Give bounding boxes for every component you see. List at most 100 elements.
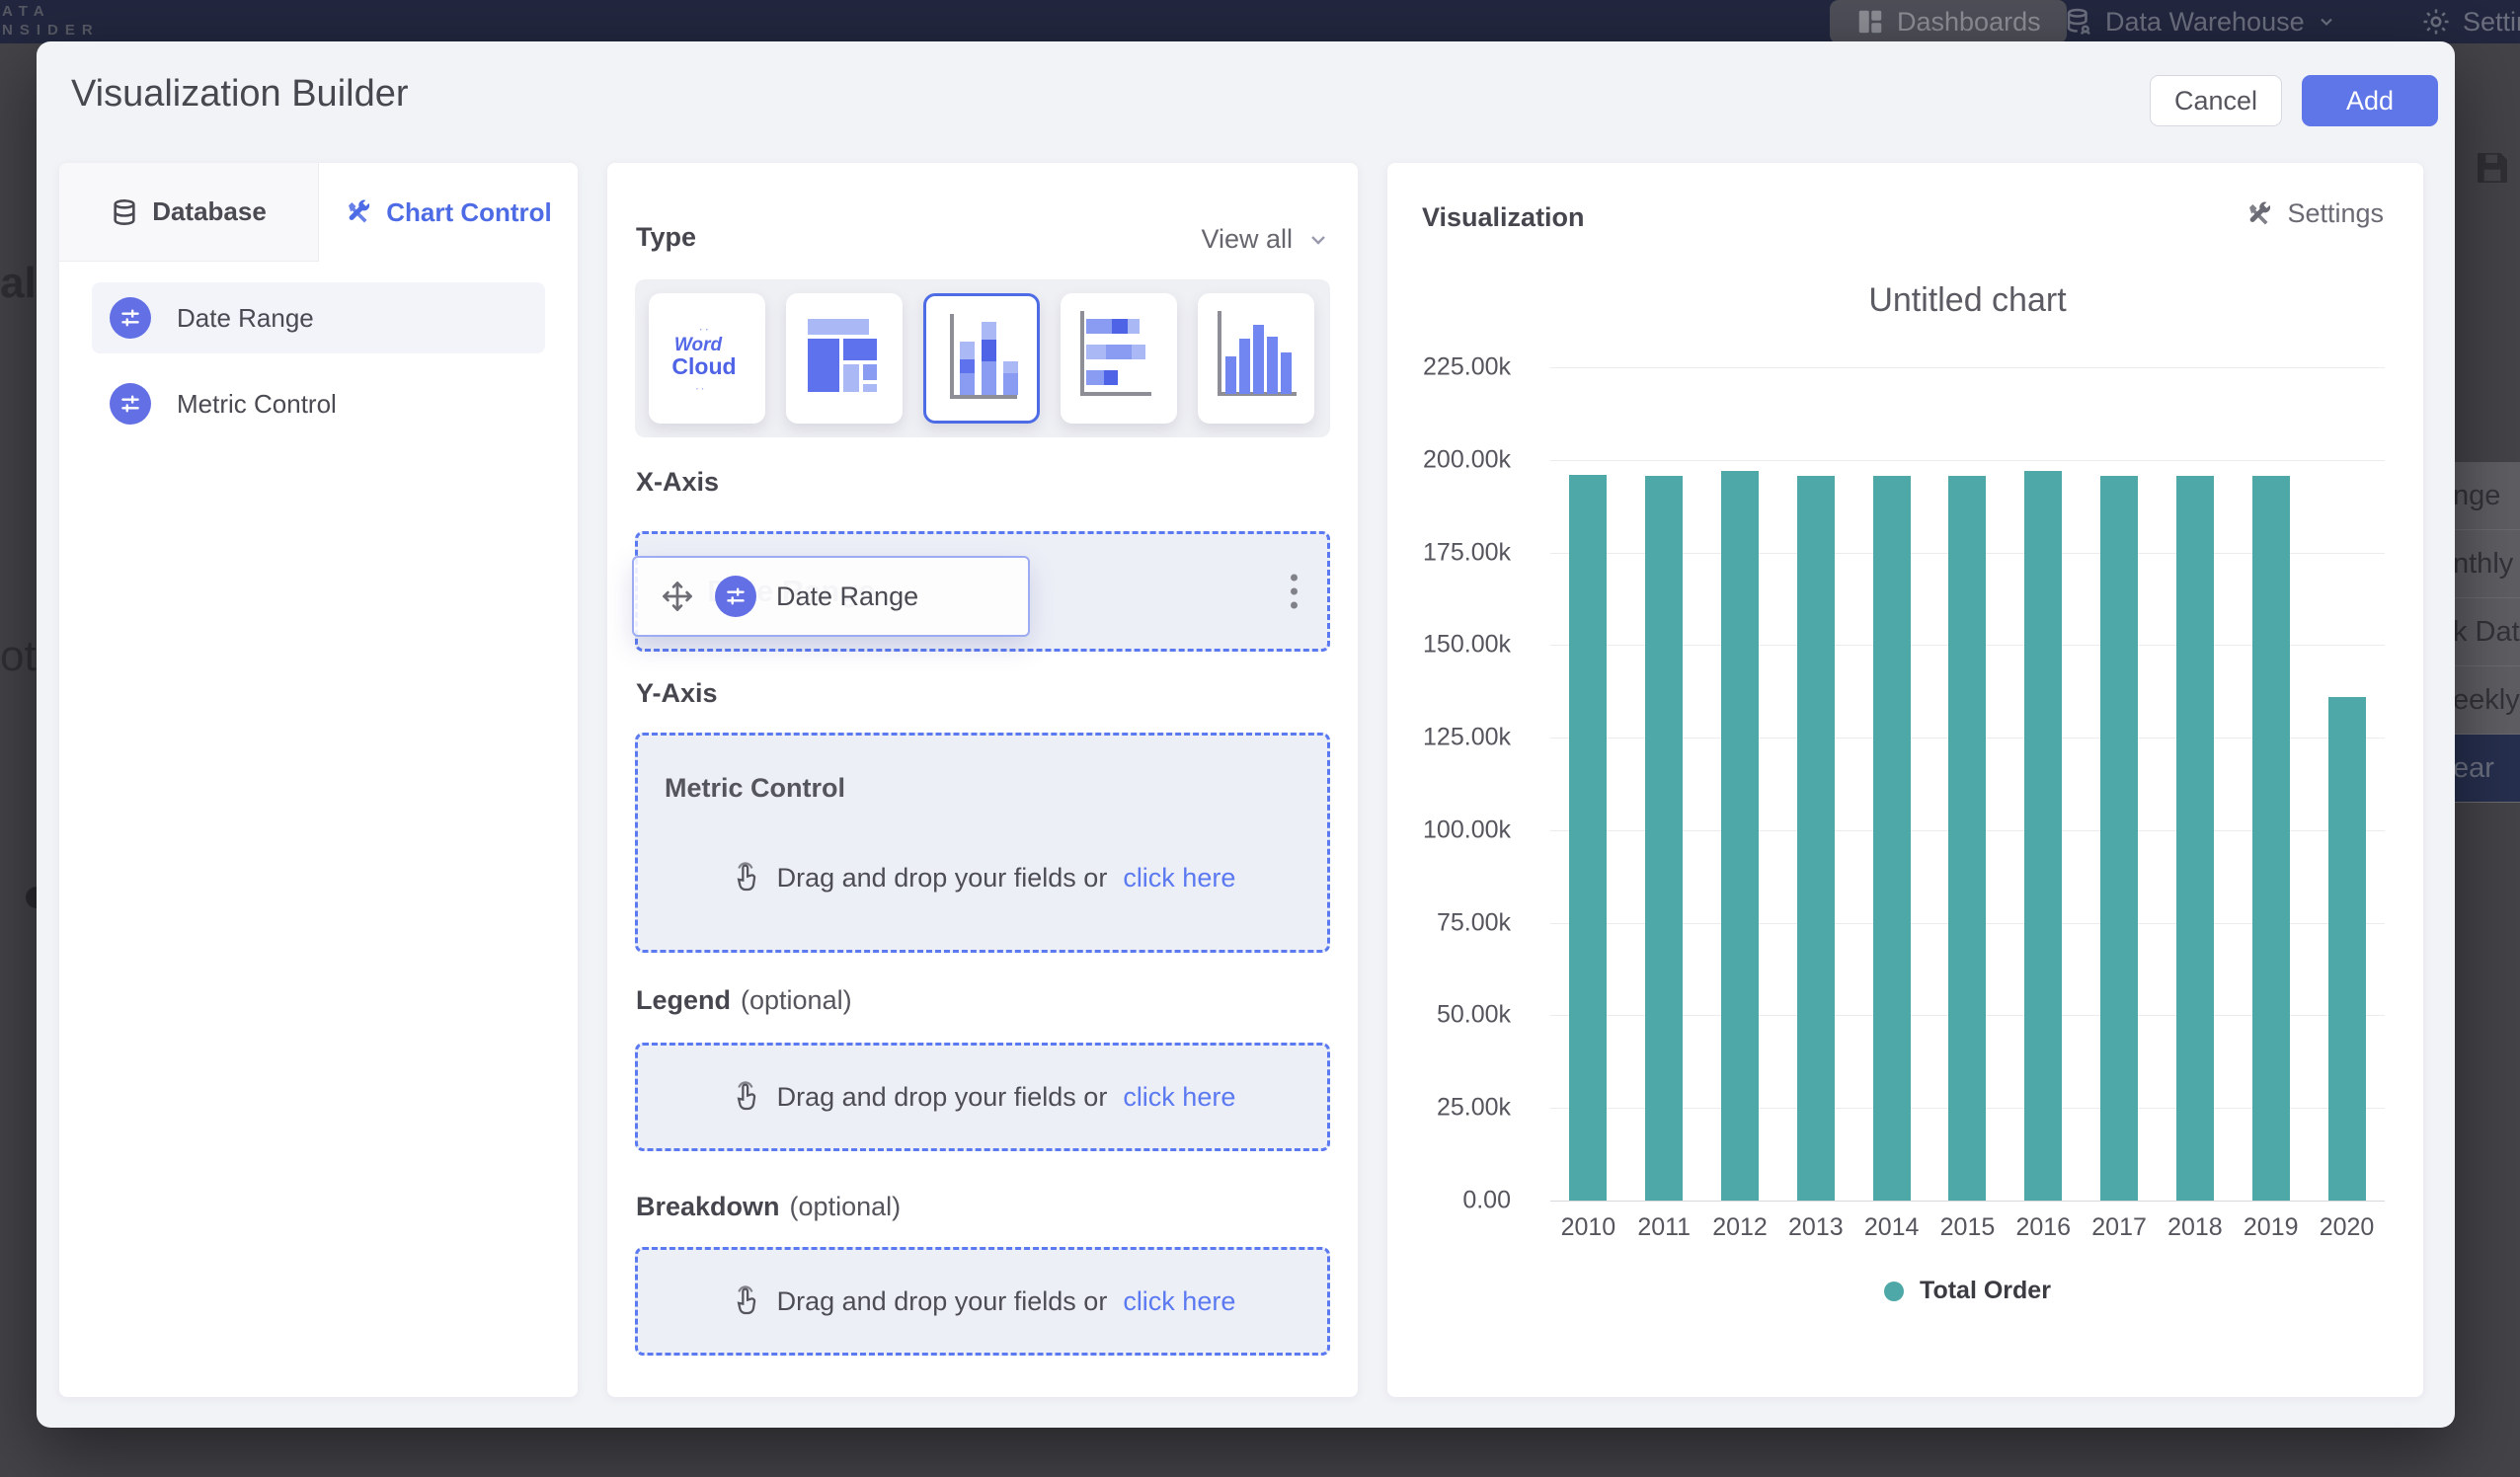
x-tick-label: 2013 xyxy=(1778,1213,1853,1242)
click-here-link[interactable]: click here xyxy=(1123,1082,1235,1113)
bar-2010 xyxy=(1569,475,1607,1201)
chart-type-column[interactable] xyxy=(1198,293,1314,424)
column-thumbnail xyxy=(1198,293,1308,418)
x-axis-dropzone[interactable]: Date Range Date Range xyxy=(635,531,1330,652)
y-tick-label: 25.00k xyxy=(1437,1094,1511,1123)
bar-2016 xyxy=(2024,471,2062,1201)
bar-column xyxy=(2234,367,2309,1201)
bar-column xyxy=(1929,367,2005,1201)
field-item-label: Metric Control xyxy=(177,389,337,420)
dragged-field-date-range[interactable]: Date Range xyxy=(632,556,1030,637)
modal-title: Visualization Builder xyxy=(71,73,409,116)
breakdown-heading: Breakdown(optional) xyxy=(636,1192,901,1222)
field-item-date-range[interactable]: Date Range xyxy=(92,282,545,353)
control-icon xyxy=(110,297,151,339)
bar-column xyxy=(2158,367,2233,1201)
hand-click-icon xyxy=(730,1081,761,1113)
move-icon xyxy=(660,579,695,614)
stacked-bar-thumbnail xyxy=(1061,293,1171,418)
bar-2014 xyxy=(1873,476,1911,1201)
chart-y-axis-labels: 225.00k200.00k175.00k150.00k125.00k100.0… xyxy=(1387,367,1531,1201)
drop-placeholder-text: Drag and drop your fields or xyxy=(777,863,1108,894)
y-tick-label: 175.00k xyxy=(1423,538,1511,567)
x-tick-label: 2018 xyxy=(2158,1213,2233,1242)
visualization-builder-modal: Visualization Builder Cancel Add Databas… xyxy=(37,41,2455,1428)
bar-2017 xyxy=(2100,476,2138,1201)
y-tick-label: 100.00k xyxy=(1423,816,1511,844)
y-tick-label: 200.00k xyxy=(1423,445,1511,474)
chart-x-axis-labels: 2010201120122013201420152016201720182019… xyxy=(1550,1213,2385,1242)
bar-column xyxy=(1778,367,1853,1201)
y-tick-label: 0.00 xyxy=(1462,1187,1511,1215)
svg-text:Cloud: Cloud xyxy=(671,353,736,379)
bar-2020 xyxy=(2328,697,2366,1201)
tools-icon xyxy=(345,198,372,226)
chart-legend: Total Order xyxy=(1550,1277,2385,1305)
kebab-menu-icon[interactable] xyxy=(1285,569,1303,615)
settings-label: Settings xyxy=(2287,198,2384,229)
chart-type-stacked-column[interactable] xyxy=(923,293,1040,424)
control-icon xyxy=(110,383,151,425)
svg-text:· ·: · · xyxy=(696,384,705,394)
drop-placeholder-text: Drag and drop your fields or xyxy=(777,1082,1108,1113)
chart-type-stacked-bar[interactable] xyxy=(1061,293,1177,424)
tab-chart-control[interactable]: Chart Control xyxy=(319,163,578,262)
settings-button[interactable]: Settings xyxy=(2245,198,2384,229)
tab-database[interactable]: Database xyxy=(59,163,319,262)
x-tick-label: 2011 xyxy=(1626,1213,1701,1242)
hand-click-icon xyxy=(730,1285,761,1317)
dragged-field-label: Date Range xyxy=(776,582,918,612)
x-axis-heading: X-Axis xyxy=(636,467,719,498)
sliders-icon xyxy=(118,391,143,417)
chart-title: Untitled chart xyxy=(1550,281,2385,320)
hand-click-icon xyxy=(730,862,761,894)
bar-2019 xyxy=(2252,476,2290,1201)
sliders-icon xyxy=(723,583,748,609)
bar-column xyxy=(1702,367,1777,1201)
view-all-dropdown[interactable]: View all xyxy=(1201,224,1330,255)
bar-column xyxy=(2310,367,2385,1201)
treemap-thumbnail xyxy=(786,293,897,418)
bar-column xyxy=(2006,367,2081,1201)
bar-2012 xyxy=(1721,471,1759,1201)
chevron-down-icon xyxy=(1306,228,1330,252)
visualization-panel: Visualization Settings Untitled chart 22… xyxy=(1387,163,2423,1397)
x-tick-label: 2017 xyxy=(2082,1213,2157,1242)
y-tick-label: 225.00k xyxy=(1423,353,1511,382)
click-here-link[interactable]: click here xyxy=(1123,863,1235,894)
bar-column xyxy=(2082,367,2157,1201)
add-button[interactable]: Add xyxy=(2302,75,2438,126)
bar-2015 xyxy=(1948,476,1986,1201)
y-tick-label: 125.00k xyxy=(1423,724,1511,752)
x-tick-label: 2020 xyxy=(2310,1213,2385,1242)
x-tick-label: 2010 xyxy=(1550,1213,1625,1242)
field-item-metric-control[interactable]: Metric Control xyxy=(92,368,545,439)
drop-placeholder: Drag and drop your fields or click here xyxy=(638,1081,1327,1113)
legend-dropzone[interactable]: Drag and drop your fields or click here xyxy=(635,1043,1330,1151)
y-axis-dropzone[interactable]: Metric Control Drag and drop your fields… xyxy=(635,733,1330,953)
bar-2013 xyxy=(1797,476,1835,1201)
fields-tabbar: Database Chart Control xyxy=(59,163,578,262)
bar-column xyxy=(1626,367,1701,1201)
type-heading: Type xyxy=(636,222,696,253)
cancel-button[interactable]: Cancel xyxy=(2150,75,2282,126)
gridline xyxy=(1550,1201,2385,1202)
click-here-link[interactable]: click here xyxy=(1123,1286,1235,1317)
drop-placeholder: Drag and drop your fields or click here xyxy=(638,862,1327,894)
legend-series-name: Total Order xyxy=(1920,1277,2051,1305)
breakdown-dropzone[interactable]: Drag and drop your fields or click here xyxy=(635,1247,1330,1356)
chart-type-treemap[interactable] xyxy=(786,293,903,424)
x-tick-label: 2014 xyxy=(1854,1213,1929,1242)
bar-2018 xyxy=(2176,476,2214,1201)
tab-chart-control-label: Chart Control xyxy=(386,197,552,228)
view-all-label: View all xyxy=(1201,224,1293,255)
visualization-heading: Visualization xyxy=(1422,202,1585,233)
chart-type-word-cloud[interactable]: · · Word Cloud · · xyxy=(649,293,765,424)
y-axis-heading: Y-Axis xyxy=(636,678,718,709)
x-tick-label: 2012 xyxy=(1702,1213,1777,1242)
legend-heading: Legend(optional) xyxy=(636,985,852,1016)
x-tick-label: 2016 xyxy=(2006,1213,2081,1242)
chart-plot-area xyxy=(1550,367,2385,1201)
tools-icon xyxy=(2245,200,2273,228)
field-item-label: Date Range xyxy=(177,303,314,334)
